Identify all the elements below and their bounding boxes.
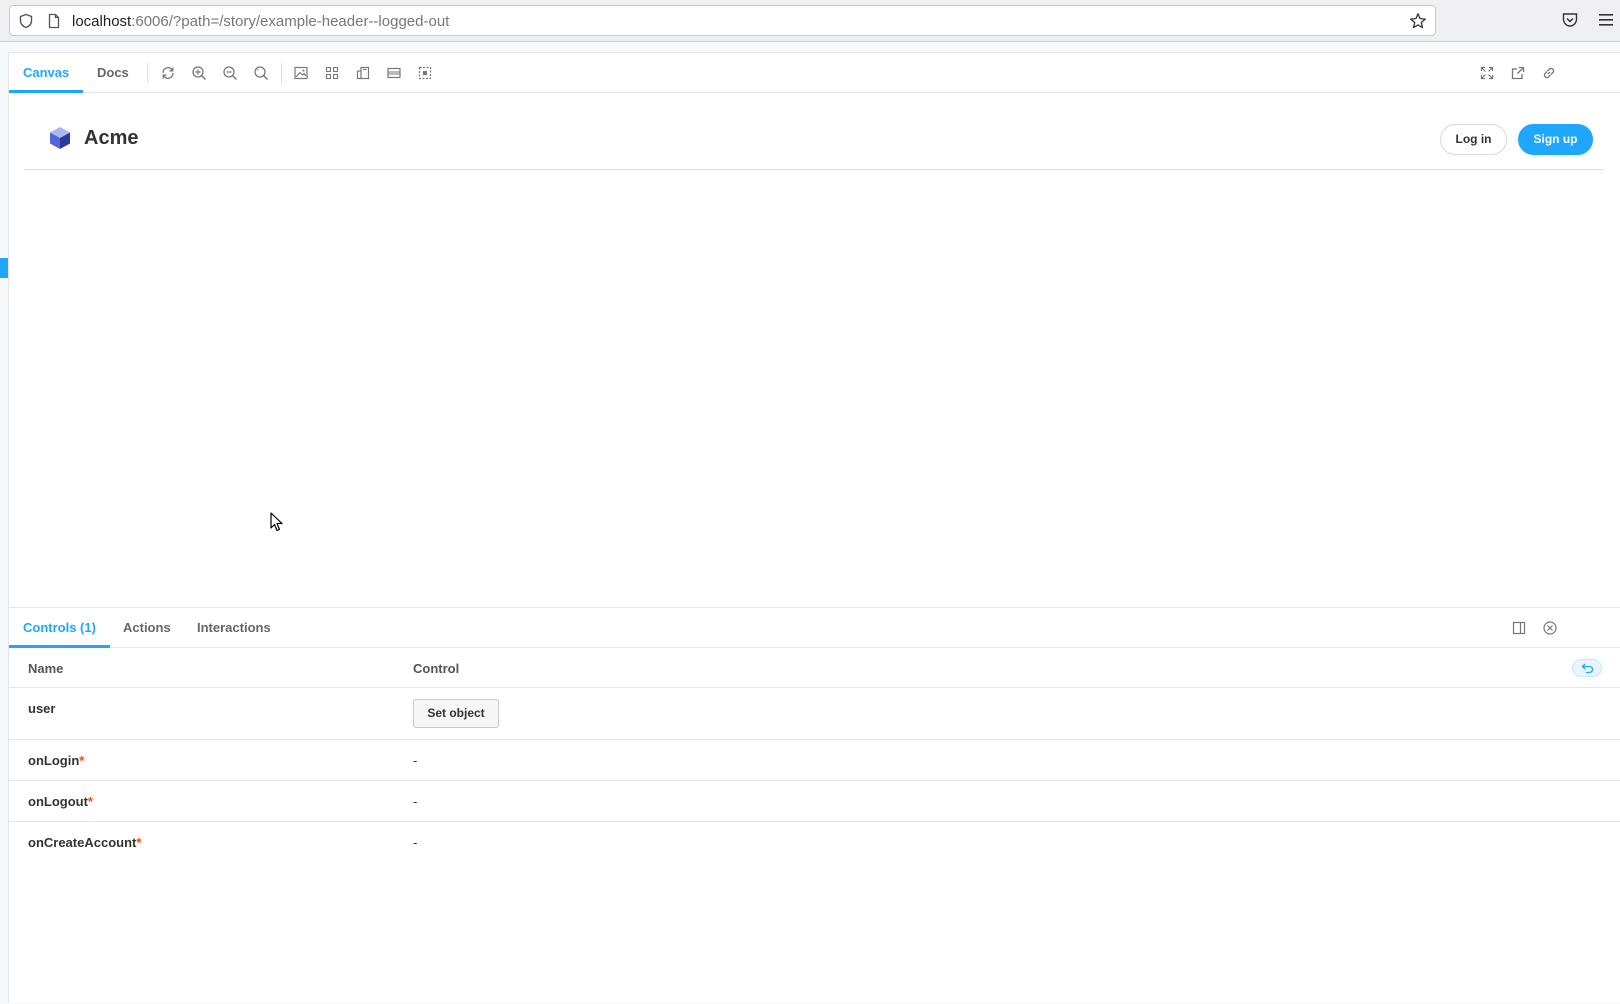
table-row: user Set object	[9, 688, 1620, 740]
bookmark-star-icon[interactable]	[1409, 12, 1427, 30]
arg-name-label: user	[28, 701, 56, 716]
table-row: onCreateAccount* -	[9, 822, 1620, 862]
zoom-in-icon[interactable]	[191, 65, 207, 81]
required-marker: *	[136, 835, 142, 850]
fullscreen-icon[interactable]	[1479, 65, 1495, 81]
url-host: localhost	[72, 13, 132, 30]
page-icon[interactable]	[46, 13, 62, 29]
arg-name: onCreateAccount*	[28, 835, 141, 850]
toolbar-divider	[281, 63, 282, 83]
table-row: onLogout* -	[9, 781, 1620, 822]
arg-name: onLogin*	[28, 753, 84, 768]
reload-icon[interactable]	[160, 65, 176, 81]
column-header-name: Name	[28, 661, 64, 676]
zoom-out-icon[interactable]	[222, 65, 238, 81]
login-button[interactable]: Log in	[1440, 124, 1507, 155]
table-row: onLogin* -	[9, 740, 1620, 781]
reset-controls-button[interactable]	[1572, 659, 1602, 677]
hamburger-menu-icon[interactable]	[1598, 13, 1614, 27]
set-object-button[interactable]: Set object	[413, 699, 499, 728]
grid-icon[interactable]	[324, 65, 340, 81]
preview-canvas: Acme Log in Sign up	[9, 94, 1620, 607]
toolbar-divider	[147, 63, 148, 83]
main-panel: Canvas Docs Acme Log in Sign up Controls…	[8, 52, 1620, 1003]
url-text[interactable]: localhost:6006/?path=/story/example-head…	[72, 13, 449, 30]
preview-toolbar: Canvas Docs	[9, 53, 1620, 93]
story-header: Acme Log in Sign up	[24, 94, 1604, 170]
tab-interactions[interactable]: Interactions	[183, 608, 285, 648]
outline-icon[interactable]	[417, 65, 433, 81]
arg-name: user	[28, 701, 55, 716]
arg-name: onLogout*	[28, 794, 93, 809]
background-icon[interactable]	[293, 65, 309, 81]
sidebar-resize-handle[interactable]	[0, 258, 8, 278]
tab-controls[interactable]: Controls (1)	[9, 608, 110, 648]
address-bar[interactable]: localhost:6006/?path=/story/example-head…	[9, 5, 1436, 36]
panel-orientation-icon[interactable]	[1511, 620, 1527, 636]
open-new-tab-icon[interactable]	[1510, 65, 1526, 81]
arg-name-label: onCreateAccount	[28, 835, 137, 850]
arg-control-value: -	[413, 794, 418, 809]
url-path: :6006/?path=/story/example-header--logge…	[131, 13, 450, 30]
copy-link-icon[interactable]	[1541, 65, 1557, 81]
measure-icon[interactable]	[386, 65, 402, 81]
column-header-control: Control	[413, 661, 460, 676]
mouse-cursor-icon	[270, 512, 283, 532]
storybook-app: Canvas Docs Acme Log in Sign up Controls…	[0, 42, 1620, 1004]
close-panel-icon[interactable]	[1542, 620, 1558, 636]
required-marker: *	[79, 753, 85, 768]
arg-name-label: onLogout	[28, 794, 88, 809]
tab-actions[interactable]: Actions	[109, 608, 185, 648]
arg-control-value: -	[413, 835, 418, 850]
zoom-reset-icon[interactable]	[253, 65, 269, 81]
brand-title: Acme	[84, 127, 139, 149]
tab-canvas[interactable]: Canvas	[9, 53, 84, 93]
required-marker: *	[87, 794, 93, 809]
addons-panel: Controls (1) Actions Interactions Name C…	[9, 607, 1620, 1003]
signup-button[interactable]: Sign up	[1518, 124, 1593, 155]
tab-docs[interactable]: Docs	[83, 53, 143, 93]
table-header-row: Name Control	[9, 648, 1620, 688]
addons-tabs: Controls (1) Actions Interactions	[9, 608, 1620, 648]
undo-icon	[1581, 663, 1594, 674]
arg-control-value: -	[413, 753, 418, 768]
viewport-icon[interactable]	[355, 65, 371, 81]
acme-logo-icon	[50, 127, 70, 149]
arg-name-label: onLogin	[28, 753, 80, 768]
pocket-icon[interactable]	[1561, 11, 1579, 29]
shield-icon[interactable]	[18, 13, 34, 29]
browser-chrome: localhost:6006/?path=/story/example-head…	[0, 0, 1620, 42]
